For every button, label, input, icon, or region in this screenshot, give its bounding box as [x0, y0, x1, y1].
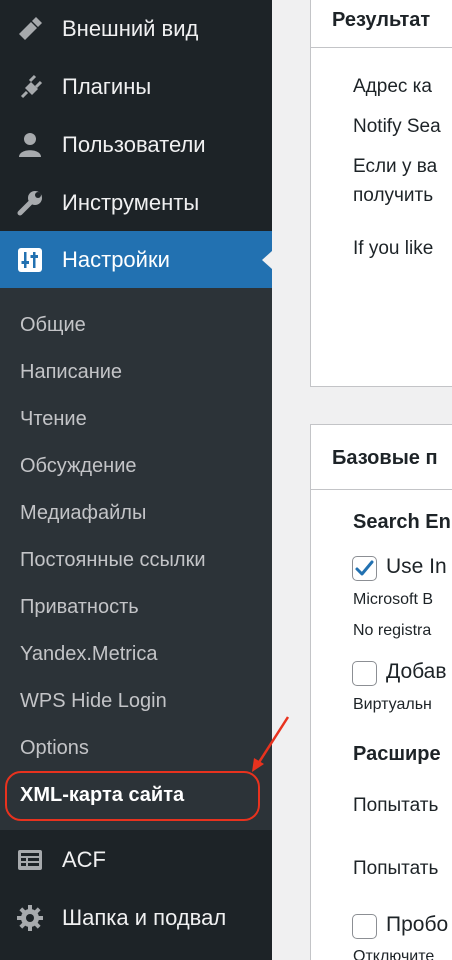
settings-sliders-icon	[18, 248, 42, 272]
checkmark-icon	[355, 560, 374, 576]
submenu-item-yandex-metrica[interactable]: Yandex.Metrica	[20, 643, 157, 666]
use-indexnow-label[interactable]: Use In	[386, 555, 447, 579]
menu-item-users[interactable]: Пользователи	[0, 116, 272, 174]
annotation-highlight-circle	[5, 771, 260, 821]
option-description: Отключите	[353, 948, 435, 960]
acf-grid-icon	[18, 850, 42, 870]
users-person-icon	[19, 133, 41, 157]
text-line: Попытать	[353, 858, 439, 879]
text-line: If you like	[353, 238, 434, 259]
submenu-item-options[interactable]: Options	[20, 737, 89, 760]
add-option-checkbox[interactable]	[352, 661, 377, 686]
text-line: Если у ва	[353, 156, 438, 177]
add-option-label[interactable]: Добав	[386, 660, 447, 684]
text-line: Адрес ка	[353, 76, 432, 97]
option-description: No registra	[353, 622, 432, 639]
divider	[311, 47, 452, 48]
try-option-label[interactable]: Пробо	[386, 913, 448, 937]
menu-label: Настройки	[62, 247, 170, 272]
panel-title: Результат	[332, 9, 431, 31]
menu-item-header-footer[interactable]: Шапка и подвал	[0, 889, 272, 947]
submenu-item-general[interactable]: Общие	[20, 314, 86, 337]
text-line: Notify Sea	[353, 116, 441, 137]
results-panel: Результат Адрес ка Notify Sea Если у ва …	[310, 0, 452, 387]
submenu-item-writing[interactable]: Написание	[20, 361, 122, 384]
plugins-plug-icon	[20, 74, 43, 99]
try-option-checkbox[interactable]	[352, 914, 377, 939]
menu-label: Внешний вид	[62, 16, 199, 41]
menu-item-acf[interactable]: ACF	[0, 831, 272, 889]
divider	[311, 489, 452, 490]
submenu-item-media[interactable]: Медиафайлы	[20, 502, 146, 525]
menu-label: Инструменты	[62, 190, 200, 215]
submenu-item-permalinks[interactable]: Постоянные ссылки	[20, 549, 206, 572]
section-heading-search-engines: Search En	[353, 511, 451, 533]
submenu-item-discussion[interactable]: Обсуждение	[20, 455, 137, 478]
menu-item-settings[interactable]: Настройки	[0, 231, 272, 289]
use-indexnow-checkbox[interactable]	[352, 556, 377, 581]
menu-label: ACF	[62, 847, 106, 872]
menu-item-plugins[interactable]: Плагины	[0, 58, 272, 116]
menu-label: Плагины	[62, 74, 152, 99]
submenu-item-privacy[interactable]: Приватность	[20, 596, 139, 619]
menu-label: Пользователи	[62, 132, 206, 157]
option-description: Microsoft B	[353, 591, 434, 608]
section-heading-advanced: Расшире	[353, 743, 441, 765]
panel-title: Базовые п	[332, 447, 438, 469]
submenu-item-wps-hide-login[interactable]: WPS Hide Login	[20, 690, 167, 713]
gear-icon	[17, 905, 43, 931]
settings-submenu: Общие Написание Чтение Обсуждение Медиаф…	[0, 288, 272, 830]
settings-content: Результат Адрес ка Notify Sea Если у ва …	[272, 0, 452, 960]
menu-item-tools[interactable]: Инструменты	[0, 174, 272, 232]
tools-wrench-icon	[17, 191, 42, 216]
text-line: получить	[353, 185, 434, 206]
menu-item-appearance[interactable]: Внешний вид	[0, 0, 272, 58]
basic-options-panel: Базовые п Search En Use In Microsoft B N…	[310, 424, 452, 960]
appearance-brush-icon	[19, 17, 42, 40]
text-line: Попытать	[353, 795, 439, 816]
option-description: Виртуальн	[353, 696, 432, 713]
menu-label: Шапка и подвал	[62, 905, 227, 930]
submenu-item-reading[interactable]: Чтение	[20, 408, 87, 431]
